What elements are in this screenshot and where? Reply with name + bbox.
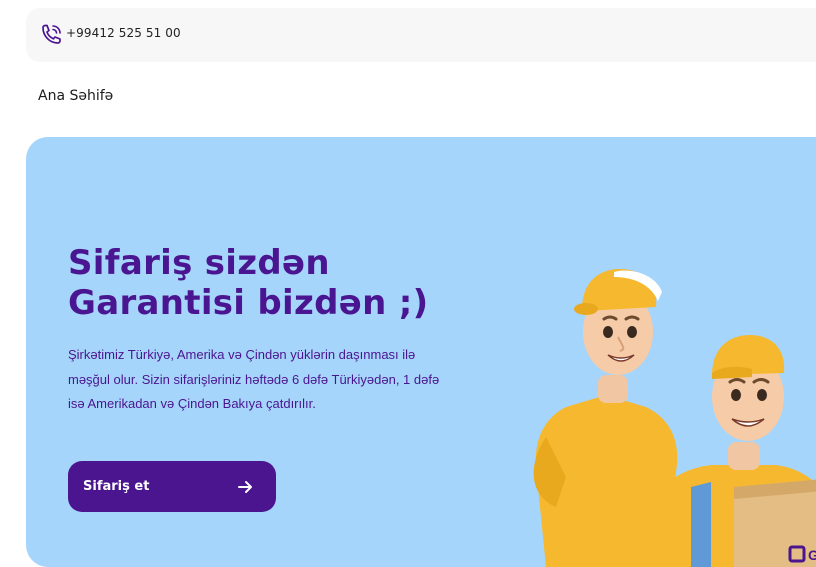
cardboard-box: Gara [734,479,816,567]
phone-call-icon[interactable] [38,22,64,48]
hero-title-line-2: Garantisi bizdən ;) [68,283,429,323]
order-button-label: Sifariş et [83,479,150,494]
couriers-illustration: Gara [533,269,816,567]
hero-title-line-1: Sifariş sizdən [68,243,330,283]
hero-title: Sifariş sizdən Garantisi bizdən ;) [68,243,428,323]
arrow-right-icon [238,481,252,493]
top-contact-bar: +99412 525 51 00 [26,8,816,62]
hero-description: Şirkətimiz Türkiyə, Amerika və Çindən yü… [68,347,440,411]
box-brand-text: Gara [808,547,816,563]
order-button[interactable]: Sifariş et [68,461,276,512]
nav-link-home[interactable]: Ana Səhifə [38,88,113,104]
hero-banner: Sifariş sizdən Garantisi bizdən ;) Şirkə… [26,137,816,567]
phone-number-link[interactable]: +99412 525 51 00 [66,26,181,40]
